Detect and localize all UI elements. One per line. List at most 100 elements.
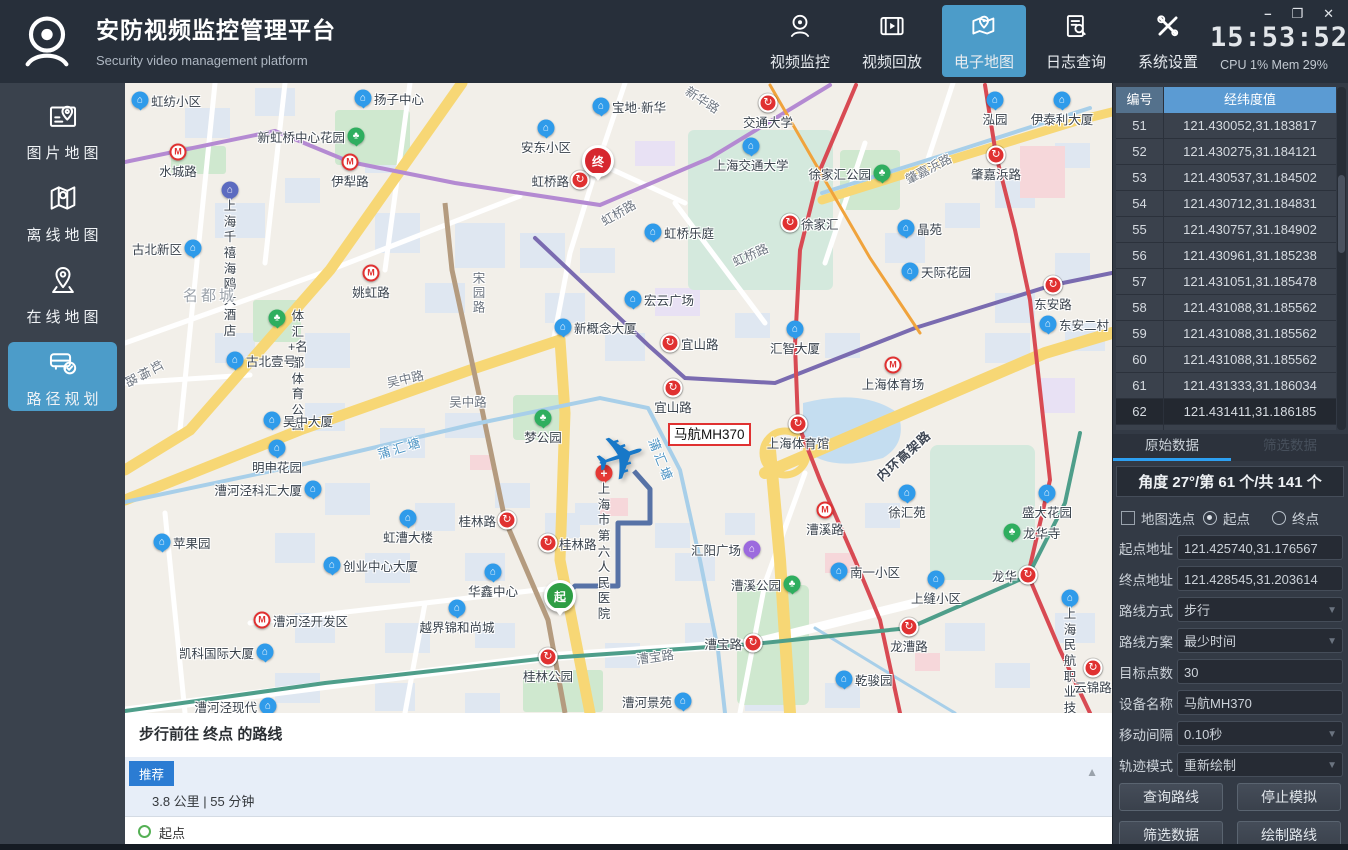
metro2-marker-icon[interactable]: ↻: [664, 379, 683, 398]
input-目标点数[interactable]: 30: [1177, 659, 1343, 684]
community-marker-icon[interactable]: ⌂: [1040, 316, 1057, 333]
table-row[interactable]: 53121.430537,31.184502: [1116, 165, 1336, 191]
metro2-marker-icon[interactable]: ↻: [498, 511, 517, 530]
table-row[interactable]: 60121.431088,31.185562: [1116, 347, 1336, 373]
table-row[interactable]: 54121.430712,31.184831: [1116, 191, 1336, 217]
table-row[interactable]: 52121.430275,31.184121: [1116, 139, 1336, 165]
community-marker-icon[interactable]: ⌂: [264, 412, 281, 429]
community-marker-icon[interactable]: ⌂: [132, 92, 149, 109]
community-marker-icon[interactable]: ⌂: [899, 485, 916, 502]
metro2-marker-icon[interactable]: ↻: [661, 334, 680, 353]
metro2-marker-icon[interactable]: ↻: [781, 214, 800, 233]
community-marker-icon[interactable]: ⌂: [836, 671, 853, 688]
table-row[interactable]: 55121.430757,31.184902: [1116, 217, 1336, 243]
park-marker-icon[interactable]: ♣: [1004, 524, 1021, 541]
tab-filtered-data[interactable]: 筛选数据: [1231, 434, 1348, 461]
select-路线方案[interactable]: 最少时间▼: [1177, 628, 1343, 653]
metro-marker-icon[interactable]: M: [342, 154, 359, 171]
end-pin-marker[interactable]: 终: [582, 145, 614, 177]
plane-label[interactable]: 马航MH370: [668, 423, 751, 446]
table-scrollbar[interactable]: [1337, 87, 1346, 430]
community-marker-icon[interactable]: ⌂: [485, 564, 502, 581]
metro2-marker-icon[interactable]: ↻: [987, 146, 1006, 165]
metro2-marker-icon[interactable]: ↻: [539, 534, 558, 553]
community-marker-icon[interactable]: ⌂: [1054, 92, 1071, 109]
park-marker-icon[interactable]: ♣: [535, 410, 552, 427]
community-marker-icon[interactable]: ⌂: [645, 224, 662, 241]
metro2-marker-icon[interactable]: ↻: [571, 171, 590, 190]
park-marker-icon[interactable]: ♣: [874, 165, 891, 182]
sidebar-item-offline-map[interactable]: 离线地图: [8, 178, 117, 247]
community-marker-icon[interactable]: ⌂: [898, 220, 915, 237]
map-canvas[interactable]: ⌂虹纺小区⌂扬子中心⌂宝地·新华新华路↻交通大学⌂上海交通大学⌂泓园⌂伊泰利大厦…: [125, 83, 1112, 713]
start-pin-marker[interactable]: 起: [544, 580, 576, 612]
chevron-up-icon[interactable]: ▲: [1086, 765, 1098, 779]
community-marker-icon[interactable]: ⌂: [305, 481, 322, 498]
park-marker-icon[interactable]: ♣: [784, 576, 801, 593]
metro2-marker-icon[interactable]: ↻: [759, 94, 778, 113]
community-marker-icon[interactable]: ⌂: [1039, 485, 1056, 502]
metro2-marker-icon[interactable]: ↻: [539, 648, 558, 667]
metro-marker-icon[interactable]: M: [170, 144, 187, 161]
community-marker-icon[interactable]: ⌂: [355, 90, 372, 107]
table-row[interactable]: 58121.431088,31.185562: [1116, 295, 1336, 321]
community-marker-icon[interactable]: ⌂: [625, 291, 642, 308]
minimize-icon[interactable]: –: [1264, 6, 1271, 22]
button-停止模拟[interactable]: 停止模拟: [1237, 783, 1341, 811]
metro2-marker-icon[interactable]: ↻: [900, 618, 919, 637]
start-radio[interactable]: [1203, 511, 1217, 525]
metro-marker-icon[interactable]: M: [363, 265, 380, 282]
table-row[interactable]: 56121.430961,31.185238: [1116, 243, 1336, 269]
select-路线方式[interactable]: 步行▼: [1177, 597, 1343, 622]
community-marker-icon[interactable]: ⌂: [260, 698, 277, 714]
community-marker-icon[interactable]: ⌂: [593, 98, 610, 115]
plaza-marker-icon[interactable]: ⌂: [744, 541, 761, 558]
end-radio[interactable]: [1272, 511, 1286, 525]
community-marker-icon[interactable]: ⌂: [269, 440, 286, 457]
map-pick-checkbox[interactable]: [1121, 511, 1135, 525]
school-marker-icon[interactable]: ⌂: [743, 138, 760, 155]
school-marker-icon[interactable]: ⌂: [1062, 590, 1079, 607]
input-终点地址[interactable]: 121.428545,31.203614: [1177, 566, 1343, 591]
nav-playback[interactable]: 视频回放: [850, 5, 934, 77]
metro2-marker-icon[interactable]: ↻: [744, 634, 763, 653]
metro-marker-icon[interactable]: M: [254, 612, 271, 629]
community-marker-icon[interactable]: ⌂: [987, 92, 1004, 109]
community-marker-icon[interactable]: ⌂: [154, 534, 171, 551]
nav-camera[interactable]: 视频监控: [758, 5, 842, 77]
community-marker-icon[interactable]: ⌂: [257, 644, 274, 661]
maximize-icon[interactable]: ❐: [1291, 6, 1303, 22]
metro-marker-icon[interactable]: M: [817, 502, 834, 519]
table-row[interactable]: 62121.431411,31.186185: [1116, 399, 1336, 425]
metro2-marker-icon[interactable]: ↻: [1084, 659, 1103, 678]
select-轨迹模式[interactable]: 重新绘制▼: [1177, 752, 1343, 777]
sidebar-item-online-map[interactable]: 在线地图: [8, 260, 117, 329]
sidebar-item-picture-map[interactable]: 图片地图: [8, 96, 117, 165]
community-marker-icon[interactable]: ⌂: [538, 120, 555, 137]
nav-emap[interactable]: 电子地图: [942, 5, 1026, 77]
route-step-row[interactable]: 起点: [125, 816, 1112, 844]
metro2-marker-icon[interactable]: ↻: [1019, 566, 1038, 585]
community-marker-icon[interactable]: ⌂: [928, 571, 945, 588]
table-row[interactable]: 59121.431088,31.185562: [1116, 321, 1336, 347]
park-marker-icon[interactable]: ♣: [348, 128, 365, 145]
community-marker-icon[interactable]: ⌂: [902, 263, 919, 280]
community-marker-icon[interactable]: ⌂: [831, 563, 848, 580]
table-row[interactable]: 61121.431333,31.186034: [1116, 373, 1336, 399]
close-icon[interactable]: ✕: [1323, 6, 1334, 22]
metro2-marker-icon[interactable]: ↻: [789, 415, 808, 434]
community-marker-icon[interactable]: ⌂: [185, 240, 202, 257]
community-marker-icon[interactable]: ⌂: [227, 352, 244, 369]
park-marker-icon[interactable]: ♣: [269, 310, 286, 327]
input-起点地址[interactable]: 121.425740,31.176567: [1177, 535, 1343, 560]
community-marker-icon[interactable]: ⌂: [400, 510, 417, 527]
community-marker-icon[interactable]: ⌂: [675, 693, 692, 710]
select-移动间隔[interactable]: 0.10秒▼: [1177, 721, 1343, 746]
button-查询路线[interactable]: 查询路线: [1119, 783, 1223, 811]
nav-settings[interactable]: 系统设置: [1126, 5, 1210, 77]
scrollbar-thumb[interactable]: [1338, 175, 1345, 253]
input-设备名称[interactable]: 马航MH370: [1177, 690, 1343, 715]
hotel-marker-icon[interactable]: ⌂: [222, 182, 239, 199]
metro2-marker-icon[interactable]: ↻: [1044, 276, 1063, 295]
tab-raw-data[interactable]: 原始数据: [1113, 434, 1231, 461]
